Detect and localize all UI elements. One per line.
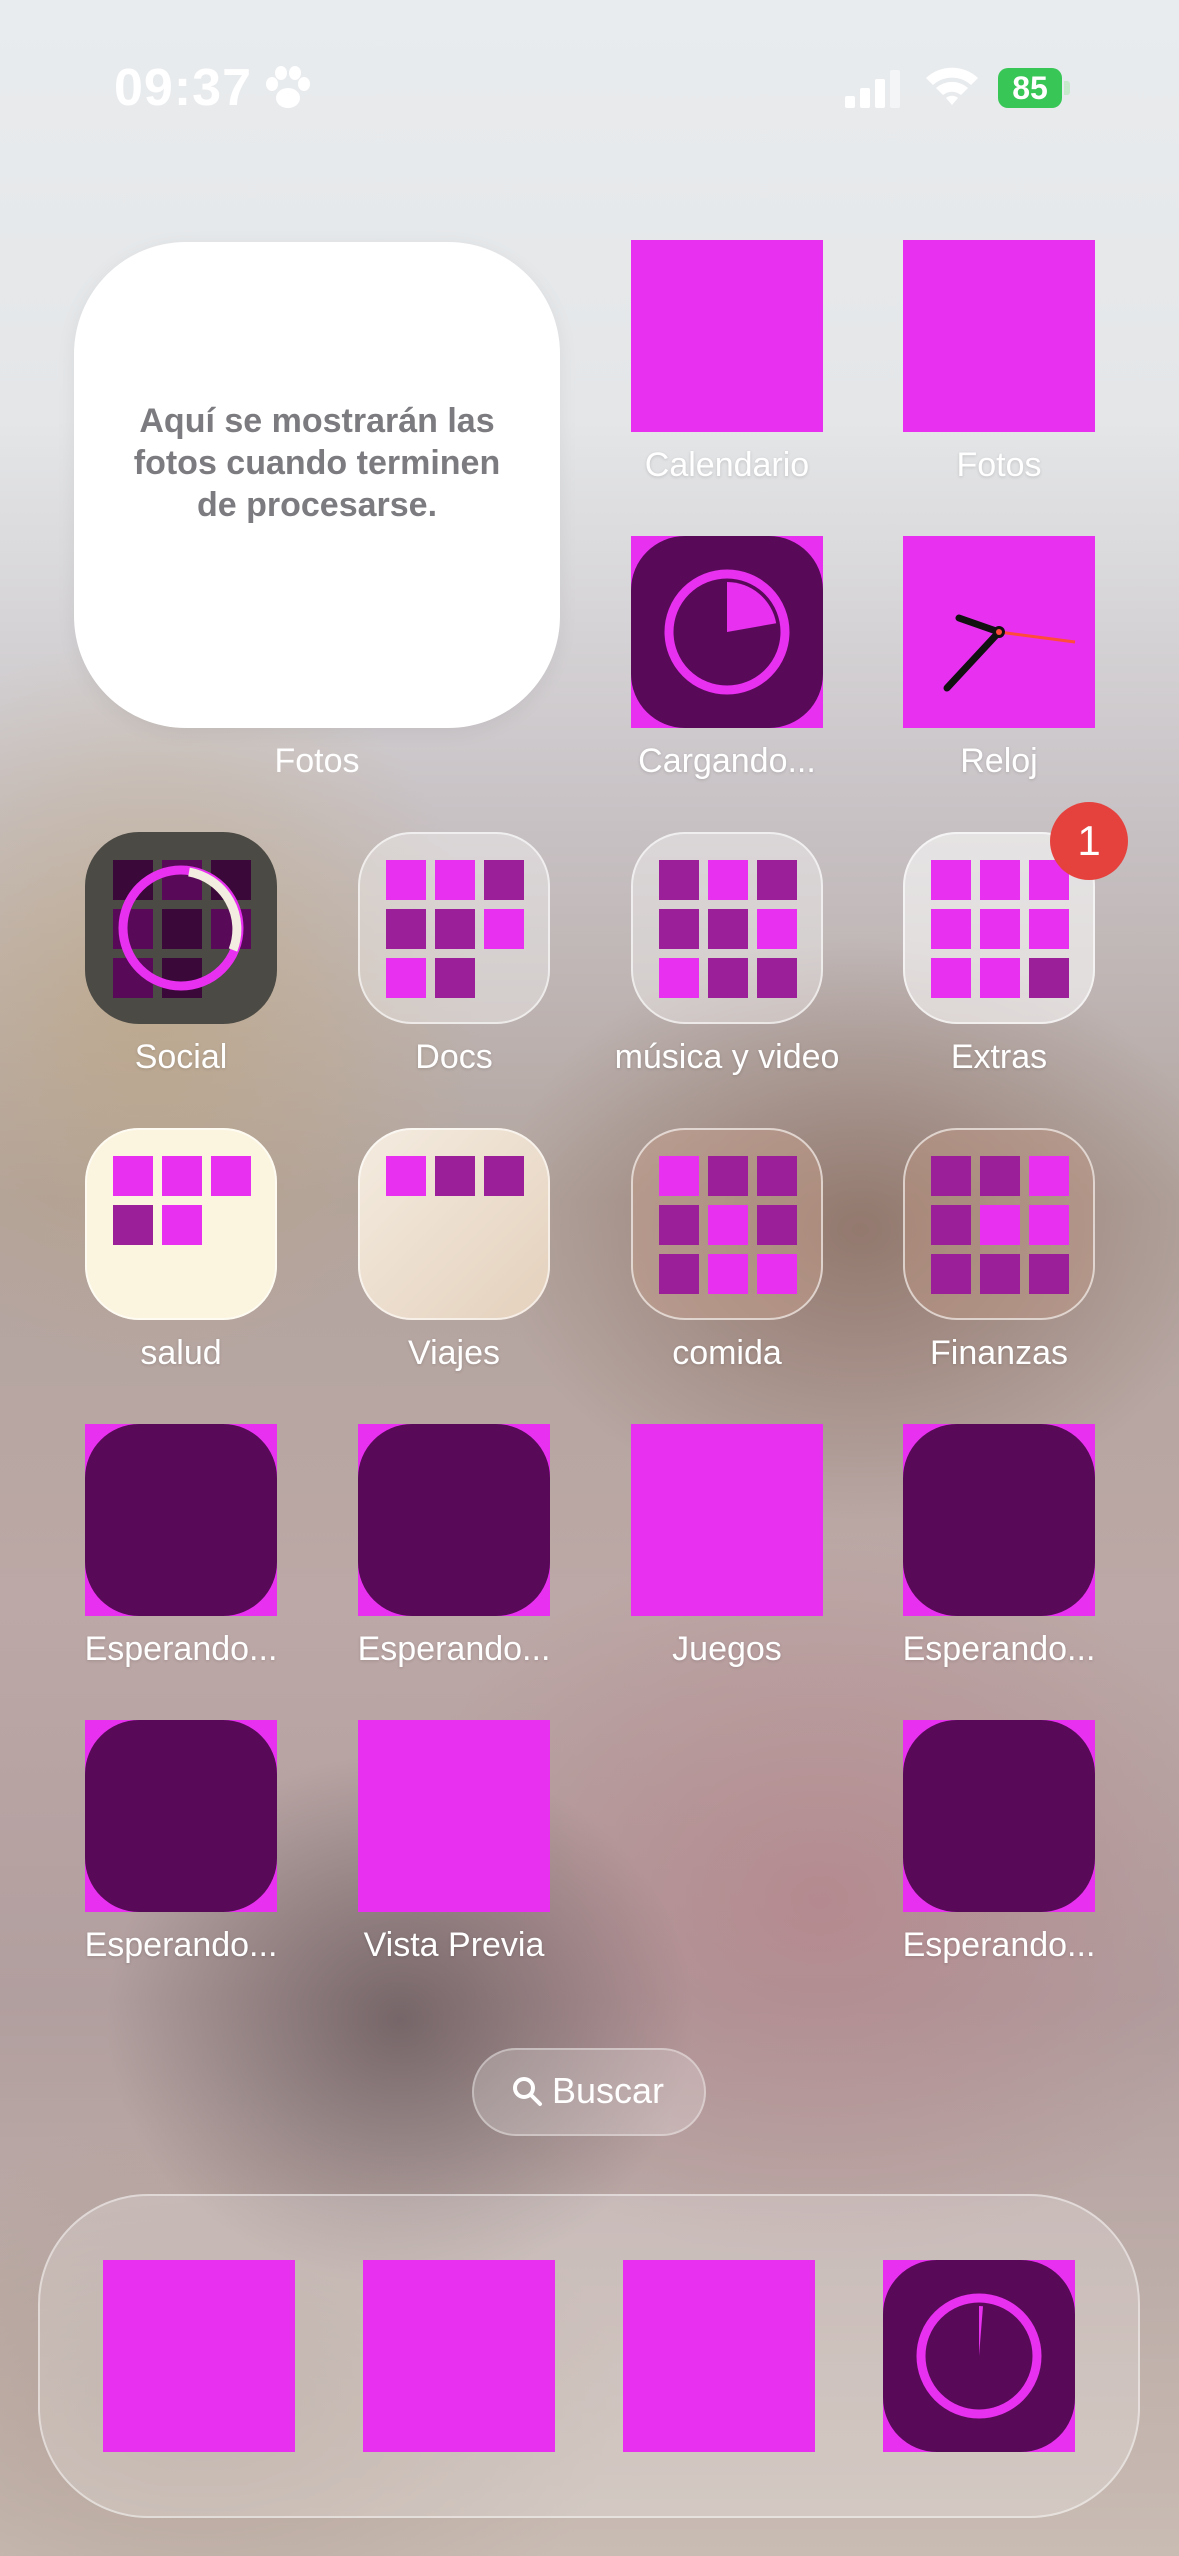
app-label: Esperando...: [84, 1926, 278, 1964]
app-label: Vista Previa: [363, 1926, 545, 1964]
app-label: Viajes: [408, 1334, 500, 1372]
search-icon: [513, 2077, 542, 2106]
app-label: Extras: [950, 1038, 1048, 1076]
salud-folder-icon: [85, 1128, 277, 1320]
app-label: Esperando...: [357, 1630, 551, 1668]
viajes-folder-icon: [358, 1128, 550, 1320]
dock-app-2-icon[interactable]: [363, 2260, 555, 2452]
app-fotos[interactable]: Fotos: [903, 240, 1095, 484]
cellular-signal-icon: [845, 70, 900, 108]
waiting-app-icon: [85, 1720, 277, 1912]
app-label: Reloj: [960, 742, 1038, 780]
app-esperando-2[interactable]: Esperando...: [358, 1424, 550, 1668]
social-folder-icon: [85, 832, 277, 1024]
dock-app-3-icon[interactable]: [623, 2260, 815, 2452]
app-label: Esperando...: [84, 1630, 278, 1668]
folder-docs[interactable]: Docs: [358, 832, 550, 1076]
app-label: música y video: [614, 1038, 840, 1076]
dock-app-1-icon[interactable]: [103, 2260, 295, 2452]
battery-level: 85: [998, 68, 1062, 108]
app-calendario[interactable]: Calendario: [631, 240, 823, 484]
paw-icon: [266, 66, 310, 108]
app-label: Social: [134, 1038, 228, 1076]
clock-icon: [903, 536, 1095, 728]
app-label: Esperando...: [902, 1630, 1096, 1668]
loading-app-icon: [631, 536, 823, 728]
waiting-app-icon: [903, 1424, 1095, 1616]
app-esperando-5[interactable]: Esperando...: [903, 1720, 1095, 1964]
app-label: Juegos: [672, 1630, 782, 1668]
app-label: Fotos: [956, 446, 1042, 484]
dock-loading-app-icon[interactable]: [883, 2260, 1075, 2452]
waiting-app-icon: [85, 1424, 277, 1616]
folder-comida[interactable]: comida: [631, 1128, 823, 1372]
app-label: salud: [140, 1334, 222, 1372]
folder-social[interactable]: Social: [85, 832, 277, 1076]
clock-time: 09:37: [114, 59, 252, 117]
folder-viajes[interactable]: Viajes: [358, 1128, 550, 1372]
notification-badge: 1: [1050, 802, 1128, 880]
search-button[interactable]: Buscar: [472, 2048, 706, 2136]
finanzas-folder-icon: [903, 1128, 1095, 1320]
comida-folder-icon: [631, 1128, 823, 1320]
waiting-app-icon: [903, 1720, 1095, 1912]
app-cargando[interactable]: Cargando...: [631, 536, 823, 780]
docs-folder-icon: [358, 832, 550, 1024]
juegos-icon: [631, 1424, 823, 1616]
app-reloj[interactable]: Reloj: [903, 536, 1095, 780]
loading-progress-icon: [916, 2293, 1042, 2419]
dock: [38, 2194, 1140, 2518]
wifi-icon: [926, 67, 978, 105]
folder-salud[interactable]: salud: [85, 1128, 277, 1372]
photos-widget-label: Fotos: [274, 742, 360, 780]
app-label: Cargando...: [638, 742, 816, 780]
app-label: comida: [672, 1334, 782, 1372]
battery-tip: [1064, 81, 1070, 95]
battery-charging-icon: 85: [998, 68, 1074, 108]
app-label: Esperando...: [902, 1926, 1096, 1964]
app-label: Docs: [415, 1038, 493, 1076]
app-vista-previa[interactable]: Vista Previa: [358, 1720, 550, 1964]
photos-widget-message: Aquí se mostrarán las fotos cuando termi…: [133, 402, 501, 524]
fotos-icon: [903, 240, 1095, 432]
waiting-app-icon: [358, 1424, 550, 1616]
folder-finanzas[interactable]: Finanzas: [903, 1128, 1095, 1372]
app-esperando-3[interactable]: Esperando...: [903, 1424, 1095, 1668]
app-esperando-4[interactable]: Esperando...: [85, 1720, 277, 1964]
status-bar: 09:37 85: [0, 0, 1179, 170]
app-label: Finanzas: [930, 1334, 1068, 1372]
calendario-icon: [631, 240, 823, 432]
app-label: Calendario: [644, 446, 810, 484]
app-juegos[interactable]: Juegos: [631, 1424, 823, 1668]
loading-progress-icon: [664, 569, 790, 695]
musica-folder-icon: [631, 832, 823, 1024]
photos-widget[interactable]: Aquí se mostrarán las fotos cuando termi…: [74, 242, 560, 728]
app-esperando-1[interactable]: Esperando...: [85, 1424, 277, 1668]
folder-musica-y-video[interactable]: música y video: [615, 832, 839, 1076]
vista-previa-icon: [358, 1720, 550, 1912]
search-label: Buscar: [552, 2070, 665, 2111]
